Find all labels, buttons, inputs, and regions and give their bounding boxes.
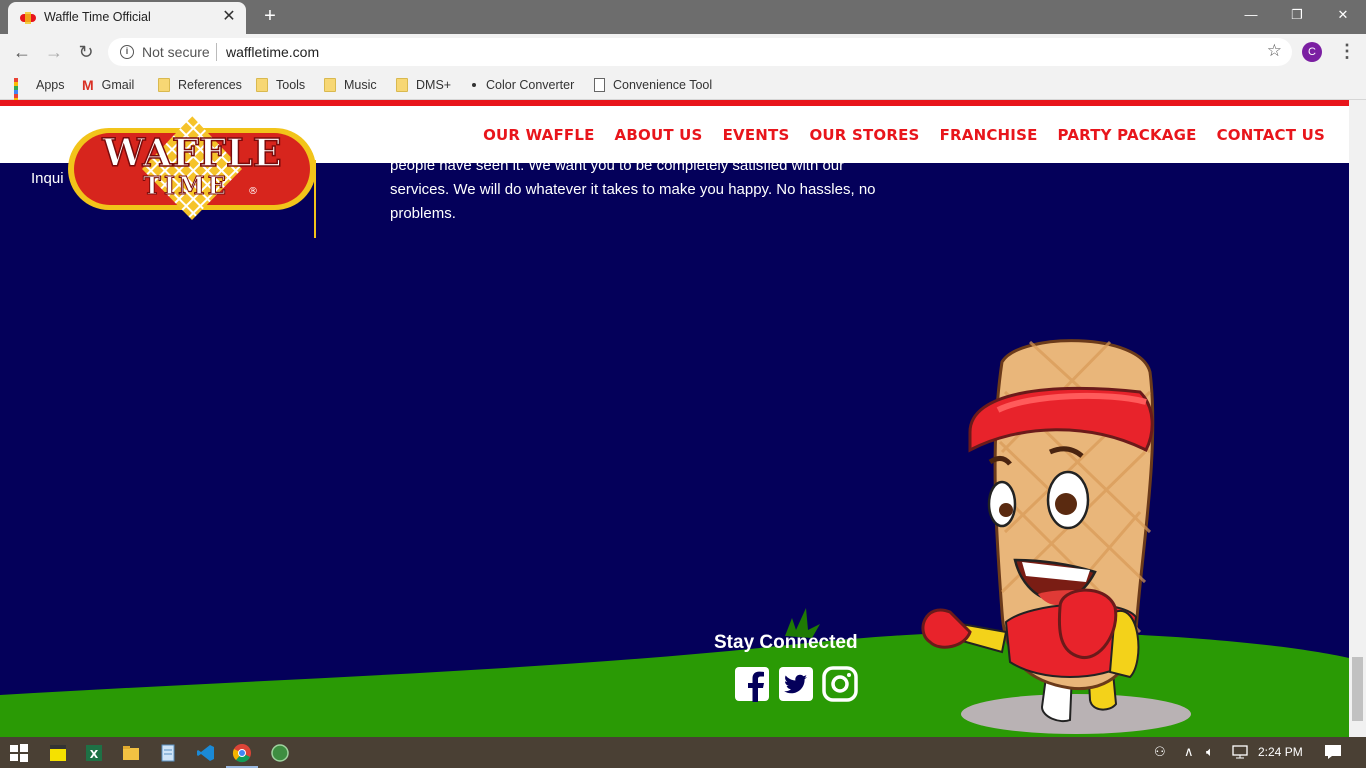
nav-contact-us[interactable]: CONTACT US bbox=[1217, 126, 1325, 144]
bookmark-apps[interactable]: Apps bbox=[14, 76, 65, 114]
waffle-mascot-illustration bbox=[921, 339, 1191, 734]
bookmark-music[interactable]: Music bbox=[324, 76, 377, 94]
globe-app-icon[interactable] bbox=[270, 743, 290, 763]
browser-menu-icon[interactable]: ⋮ bbox=[1338, 40, 1356, 64]
scrollbar-thumb[interactable] bbox=[1352, 657, 1363, 721]
tab-close-icon[interactable]: ✕ bbox=[220, 8, 238, 26]
action-center-icon[interactable] bbox=[1324, 744, 1342, 760]
tab-strip: Waffle Time Official ✕ + — ❐ ✕ bbox=[0, 0, 1366, 34]
vscode-icon[interactable] bbox=[196, 743, 216, 763]
taskbar-clock[interactable]: 2:24 PM bbox=[1258, 745, 1303, 759]
waffle-time-favicon bbox=[20, 12, 36, 24]
bookmark-gmail[interactable]: M Gmail bbox=[82, 76, 134, 94]
bookmark-color-converter[interactable]: Color Converter bbox=[468, 76, 574, 94]
gmail-icon: M bbox=[82, 77, 94, 93]
inquiry-text: Inqui bbox=[31, 170, 64, 187]
info-icon[interactable]: i bbox=[120, 45, 134, 59]
svg-text:X: X bbox=[90, 748, 99, 761]
bookmark-star-icon[interactable]: ☆ bbox=[1267, 41, 1282, 61]
notepad-icon[interactable] bbox=[158, 743, 178, 763]
volume-icon[interactable]: 🔈︎ bbox=[1206, 744, 1214, 760]
bookmark-label: DMS+ bbox=[416, 78, 452, 92]
security-label[interactable]: Not secure bbox=[142, 44, 210, 60]
facebook-icon[interactable] bbox=[734, 666, 770, 702]
reload-button[interactable]: ↻ bbox=[74, 40, 98, 64]
tray-chevron-up-icon[interactable]: ∧ bbox=[1184, 744, 1194, 760]
omnibox-divider bbox=[216, 43, 217, 61]
instagram-icon[interactable] bbox=[822, 666, 858, 702]
people-icon[interactable]: ⚇ bbox=[1154, 744, 1166, 760]
folder-icon bbox=[256, 78, 268, 92]
twitter-icon[interactable] bbox=[778, 666, 814, 702]
main-nav: OUR WAFFLE ABOUT US EVENTS OUR STORES FR… bbox=[483, 126, 1325, 144]
nav-about-us[interactable]: ABOUT US bbox=[615, 126, 703, 144]
folder-icon bbox=[324, 78, 336, 92]
file-explorer-icon[interactable] bbox=[121, 743, 141, 763]
bookmark-label: Gmail bbox=[101, 78, 135, 92]
sticky-notes-icon[interactable] bbox=[48, 743, 68, 763]
nav-our-waffle[interactable]: OUR WAFFLE bbox=[483, 126, 594, 144]
close-window-button[interactable]: ✕ bbox=[1320, 2, 1366, 30]
social-links bbox=[734, 666, 858, 702]
chrome-icon[interactable] bbox=[232, 743, 252, 763]
nav-franchise[interactable]: FRANCHISE bbox=[940, 126, 1038, 144]
about-paragraph: people have seen it. We want you to be c… bbox=[390, 157, 876, 222]
profile-avatar[interactable]: C bbox=[1302, 42, 1322, 62]
bookmark-label: Apps bbox=[36, 78, 65, 92]
page-scrollbar[interactable] bbox=[1349, 100, 1366, 737]
minimize-button[interactable]: — bbox=[1228, 2, 1274, 30]
excel-icon[interactable]: X bbox=[84, 743, 104, 763]
back-button[interactable]: ← bbox=[10, 40, 34, 64]
nav-our-stores[interactable]: OUR STORES bbox=[809, 126, 919, 144]
network-icon[interactable] bbox=[1232, 745, 1248, 759]
folder-icon bbox=[158, 78, 170, 92]
address-bar[interactable]: i Not secure waffletime.com ☆ bbox=[108, 38, 1292, 66]
page-icon bbox=[594, 78, 605, 92]
bookmark-tools[interactable]: Tools bbox=[256, 76, 305, 94]
bookmark-convenience-tool[interactable]: Convenience Tool bbox=[594, 76, 712, 94]
waffle-time-logo[interactable]: WAFFLE TIME ® bbox=[66, 114, 318, 240]
new-tab-button[interactable]: + bbox=[258, 5, 282, 29]
windows-start-icon[interactable] bbox=[9, 743, 29, 763]
restore-button[interactable]: ❐ bbox=[1274, 2, 1320, 30]
bookmark-label: Convenience Tool bbox=[613, 78, 713, 92]
windows-taskbar: X ⚇ ∧ 🔈︎ 2:24 PM bbox=[0, 737, 1366, 768]
bookmark-label: Music bbox=[344, 78, 377, 92]
registered-mark: ® bbox=[248, 186, 258, 197]
folder-icon bbox=[396, 78, 408, 92]
nav-events[interactable]: EVENTS bbox=[723, 126, 790, 144]
bookmarks-bar: Apps M Gmail References Tools Music DMS+… bbox=[0, 70, 1366, 114]
browser-toolbar: ← → ↻ i Not secure waffletime.com ☆ C ⋮ bbox=[0, 34, 1366, 70]
bookmark-label: Color Converter bbox=[486, 78, 575, 92]
url-text[interactable]: waffletime.com bbox=[226, 44, 319, 60]
nav-party-package[interactable]: PARTY PACKAGE bbox=[1058, 126, 1197, 144]
dot-icon bbox=[472, 83, 476, 87]
logo-word-waffle: WAFFLE bbox=[101, 130, 281, 175]
apps-grid-icon bbox=[14, 78, 28, 114]
logo-word-time: TIME bbox=[143, 171, 229, 200]
stay-connected-heading: Stay Connected bbox=[714, 632, 858, 653]
bookmark-label: References bbox=[178, 78, 242, 92]
bookmark-dms[interactable]: DMS+ bbox=[396, 76, 451, 94]
bookmark-label: Tools bbox=[276, 78, 306, 92]
bookmark-references[interactable]: References bbox=[158, 76, 242, 94]
forward-button[interactable]: → bbox=[42, 40, 66, 64]
browser-tab[interactable]: Waffle Time Official ✕ bbox=[8, 2, 246, 34]
website-viewport: Inqui people have seen it. We want you t… bbox=[0, 100, 1349, 737]
tab-title: Waffle Time Official bbox=[44, 10, 151, 24]
